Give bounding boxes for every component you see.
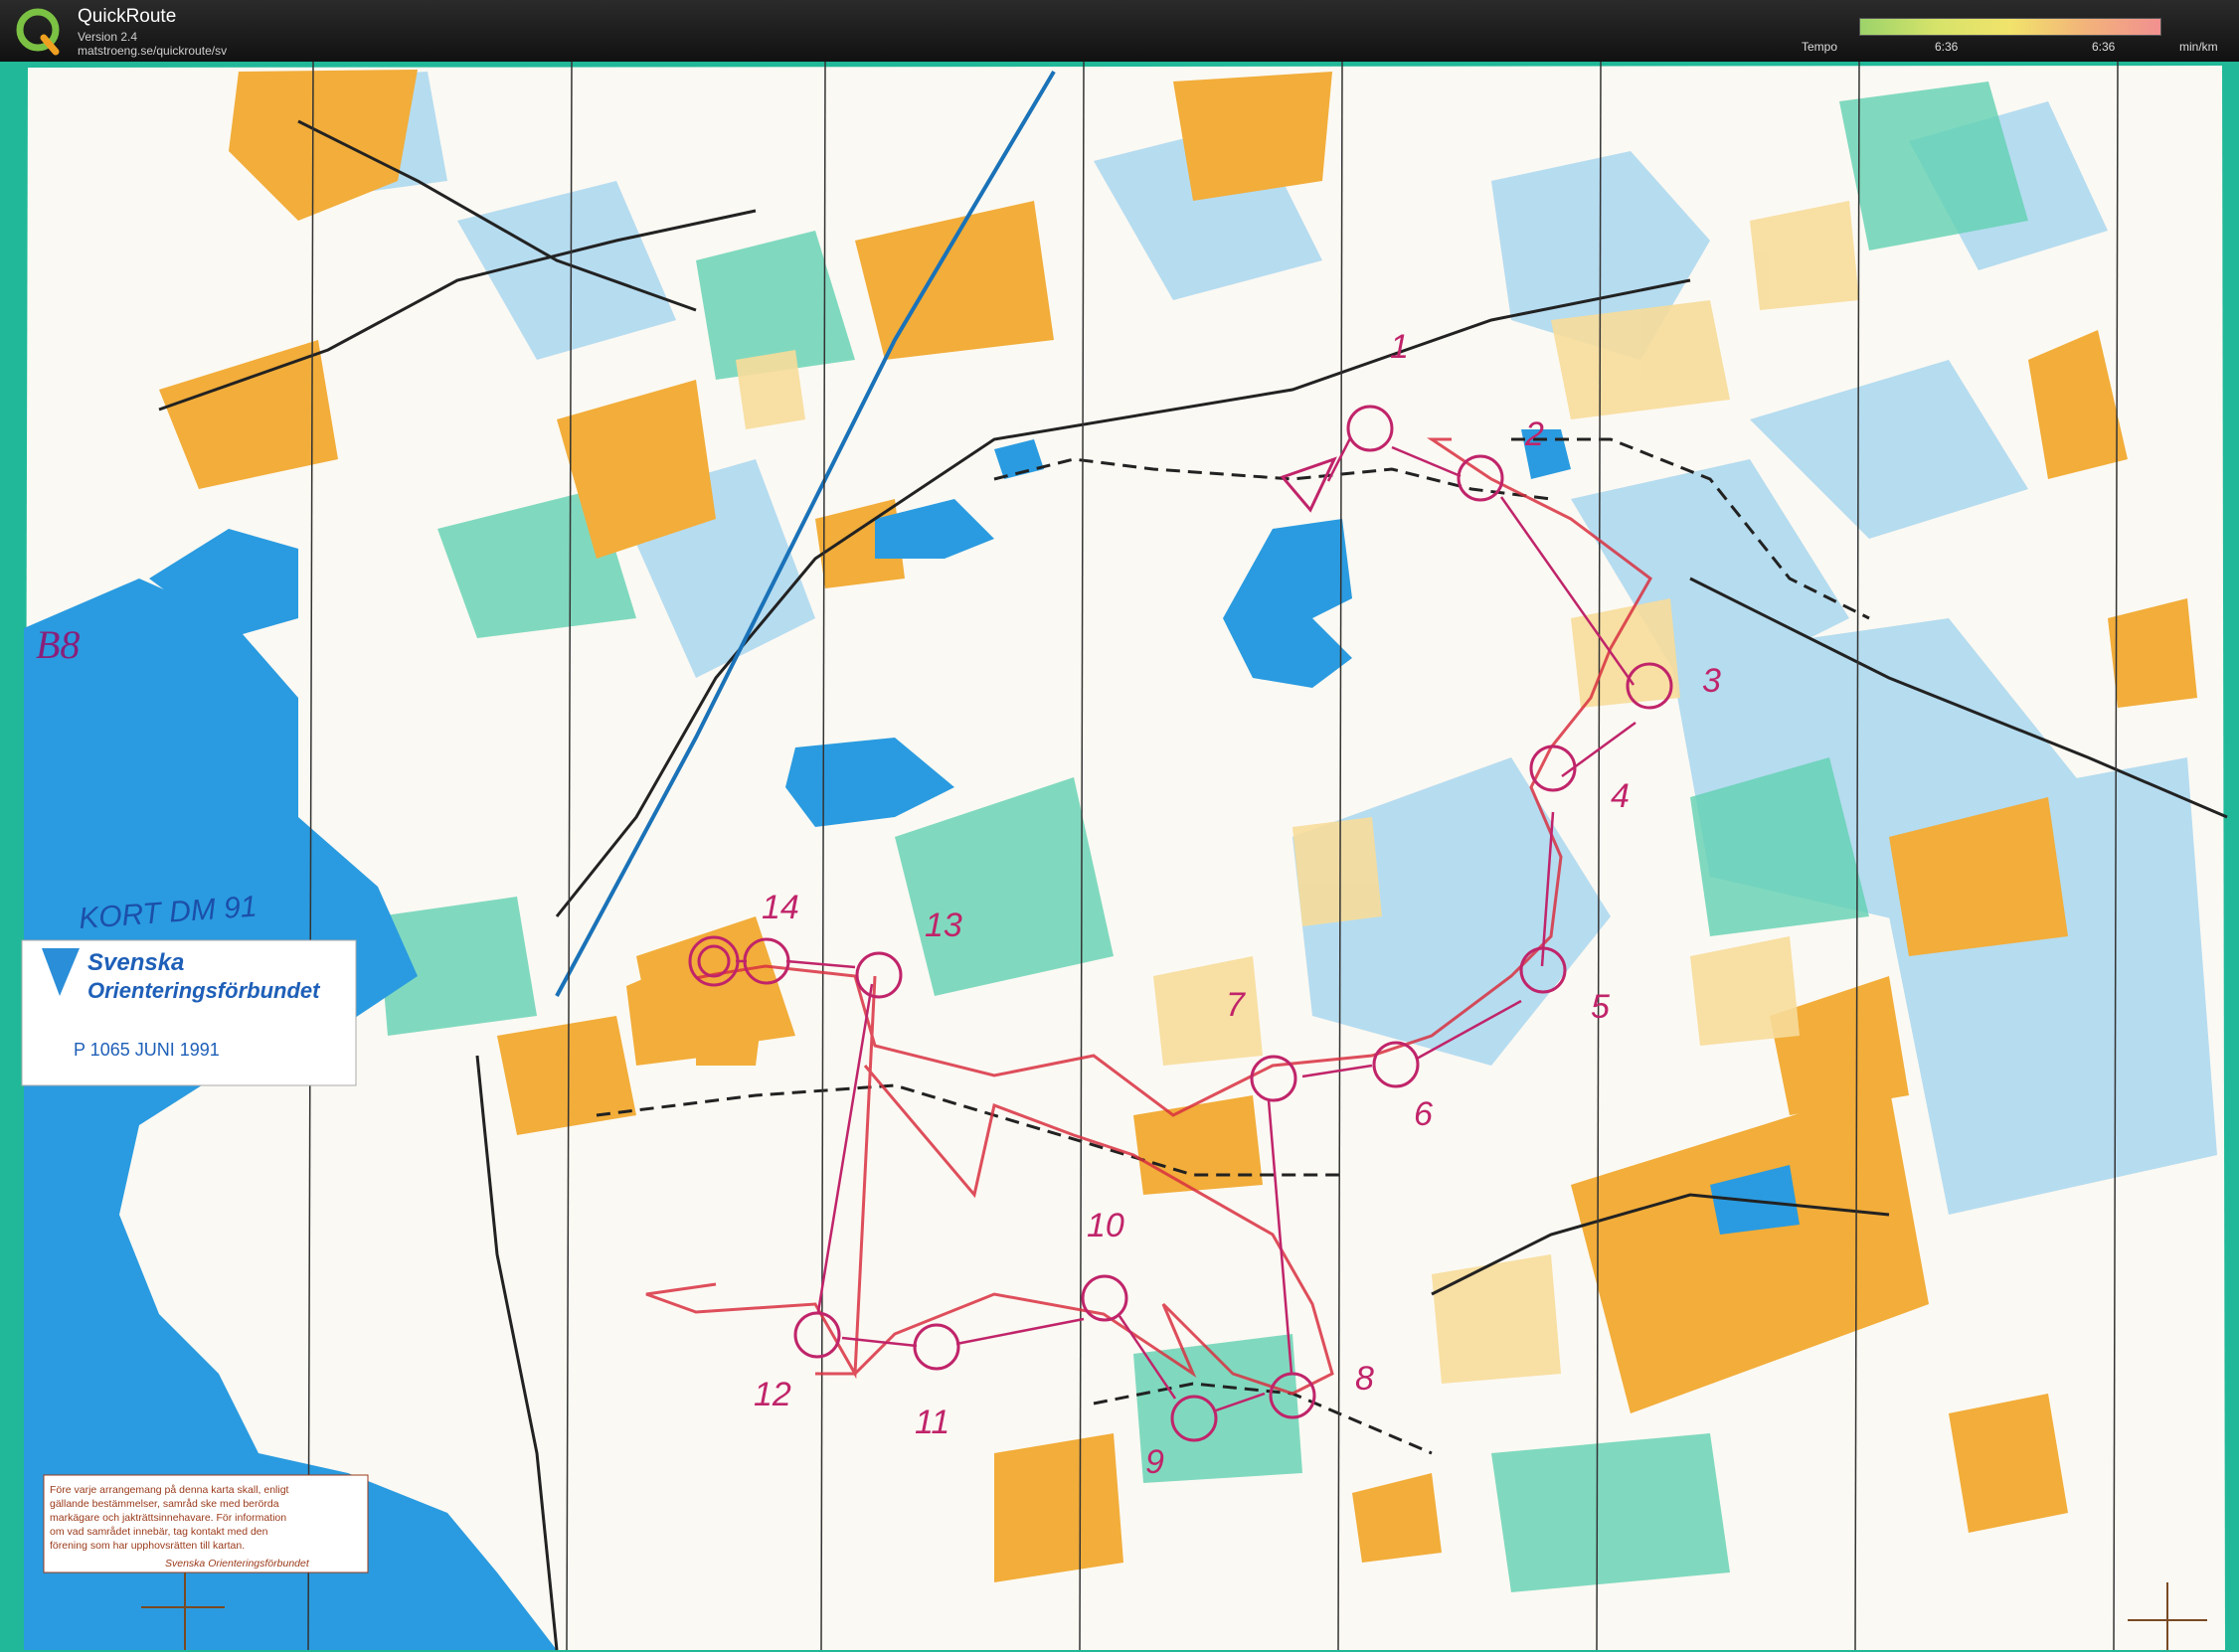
disclaimer-line-2: gällande bestämmelser, samråd ske med be… (50, 1498, 279, 1510)
control-number-5: 5 (1591, 988, 1610, 1026)
control-number-2: 2 (1524, 415, 1544, 453)
control-number-10: 10 (1087, 1207, 1124, 1244)
disclaimer-line-4: om vad samrådet innebär, tag kontakt med… (50, 1526, 268, 1538)
control-number-4: 4 (1611, 777, 1630, 815)
app-title: QuickRoute (78, 6, 177, 27)
control-number-6: 6 (1414, 1095, 1433, 1133)
tempo-max-value: 6:36 (2092, 40, 2116, 54)
app-version: Version 2.4 (78, 30, 138, 44)
app-header: QuickRoute Version 2.4 matstroeng.se/qui… (0, 0, 2239, 62)
class-label: B8 (36, 622, 80, 667)
control-number-7: 7 (1226, 986, 1246, 1024)
disclaimer-line-1: Före varje arrangemang på denna karta sk… (50, 1484, 289, 1496)
control-number-8: 8 (1355, 1360, 1374, 1398)
map-reference: P 1065 JUNI 1991 (74, 1040, 220, 1060)
tempo-label: Tempo (1802, 40, 1838, 54)
federation-name-line1: Svenska (87, 949, 184, 976)
app-url[interactable]: matstroeng.se/quickroute/sv (78, 44, 227, 58)
control-number-11: 11 (915, 1404, 949, 1441)
control-number-13: 13 (925, 907, 962, 944)
control-number-9: 9 (1145, 1443, 1164, 1481)
control-number-12: 12 (754, 1376, 791, 1413)
federation-logo-box: Svenska Orienteringsförbundet P 1065 JUN… (21, 939, 357, 1086)
disclaimer-line-5: förening som har upphovsrätten till kart… (50, 1540, 245, 1552)
quickroute-logo-icon (16, 8, 60, 56)
disclaimer-signature: Svenska Orienteringsförbundet (165, 1558, 310, 1569)
tempo-color-scale (1859, 18, 2161, 36)
control-number-3: 3 (1702, 662, 1721, 700)
control-number-1: 1 (1390, 328, 1409, 366)
disclaimer-box: Före varje arrangemang på denna karta sk… (43, 1474, 369, 1573)
federation-name-line2: Orienteringsförbundet (87, 978, 321, 1003)
orienteering-map[interactable]: 1 2 3 4 5 6 7 8 9 10 11 12 13 14 B8 KORT… (0, 62, 2239, 1652)
control-number-14: 14 (762, 889, 799, 926)
disclaimer-line-3: markägare och jakträttsinnehavare. För i… (50, 1512, 286, 1524)
tempo-unit: min/km (2179, 40, 2218, 54)
tempo-min-value: 6:36 (1935, 40, 1959, 54)
